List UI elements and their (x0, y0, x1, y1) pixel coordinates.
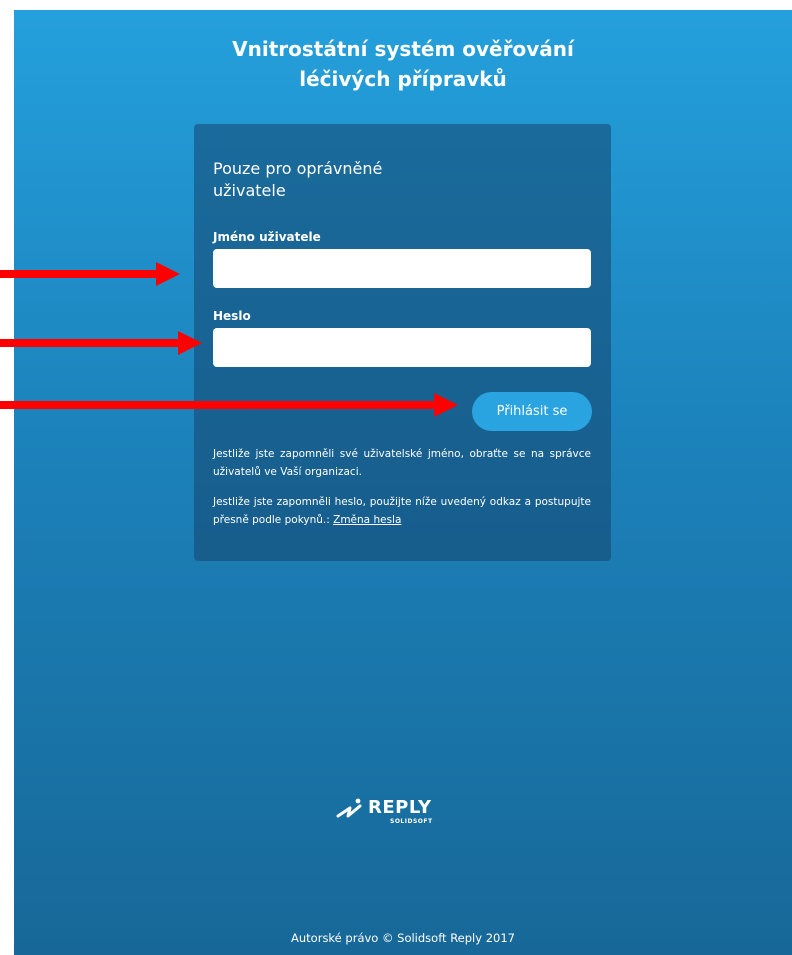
logo-brand-text: REPLY (368, 797, 432, 818)
annotation-arrow-shaft (0, 270, 160, 278)
annotation-arrow-password (0, 331, 202, 355)
change-password-link[interactable]: Změna hesla (333, 514, 401, 526)
login-button[interactable]: Přihlásit se (472, 392, 592, 431)
annotation-arrow-username (0, 262, 180, 286)
red-arrow-icon (178, 331, 202, 355)
login-card: Pouze pro oprávněné uživatele Jméno uživ… (194, 124, 611, 561)
password-input[interactable] (213, 328, 591, 367)
copyright-text: Autorské právo © Solidsoft Reply 2017 (291, 931, 515, 945)
help-password-text: Jestliže jste zapomněli heslo, použijte … (213, 493, 591, 529)
red-arrow-icon (156, 262, 180, 286)
login-heading: Pouze pro oprávněné uživatele (213, 159, 383, 200)
password-label: Heslo (213, 309, 251, 323)
logo-sub-text: SOLIDSOFT (390, 818, 433, 825)
annotation-arrow-shaft (0, 339, 182, 347)
login-page: Vnitrostátní systém ověřování léčivých p… (14, 10, 792, 955)
help-password-prefix: Jestliže jste zapomněli heslo, použijte … (213, 496, 591, 526)
username-label: Jméno uživatele (213, 230, 321, 244)
reply-logo: REPLY SOLIDSOFT (336, 796, 476, 830)
annotation-arrow-shaft (0, 401, 438, 409)
page-title: Vnitrostátní systém ověřování léčivých p… (14, 34, 792, 94)
page-title-line1: Vnitrostátní systém ověřování (232, 37, 574, 61)
reply-logo-icon (336, 798, 362, 818)
help-username-text: Jestliže jste zapomněli své uživatelské … (213, 448, 591, 478)
page-title-line2: léčivých přípravků (299, 67, 507, 91)
username-input[interactable] (213, 249, 591, 288)
annotation-arrow-login (0, 393, 458, 417)
red-arrow-icon (434, 393, 458, 417)
